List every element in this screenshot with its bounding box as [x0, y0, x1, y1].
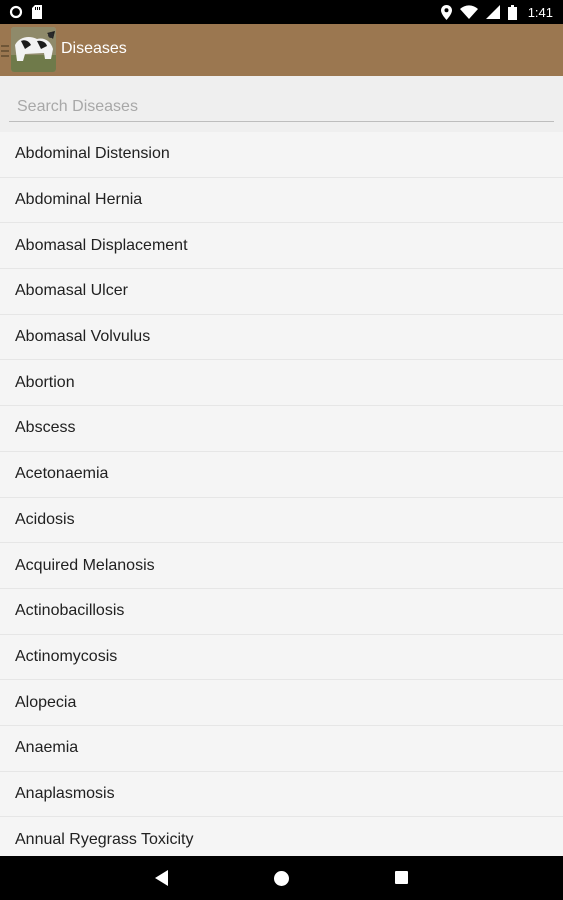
status-time: 1:41 — [527, 4, 553, 20]
list-item[interactable]: Abomasal Ulcer — [0, 269, 563, 315]
list-item[interactable]: Acidosis — [0, 497, 563, 544]
list-item[interactable]: Anaemia — [0, 725, 563, 772]
status-right: 1:41 — [440, 4, 553, 20]
list-item[interactable]: Anaplasmosis — [0, 771, 563, 818]
disease-list: Abdominal Distension Abdominal Hernia Ab… — [0, 132, 563, 856]
recent-apps-icon[interactable] — [395, 871, 408, 884]
back-icon[interactable] — [155, 870, 169, 886]
status-bar: 1:41 — [0, 0, 563, 24]
list-item[interactable]: Actinobacillosis — [0, 588, 563, 635]
list-item[interactable]: Annual Ryegrass Toxicity — [0, 817, 563, 856]
status-left — [9, 5, 43, 19]
list-item[interactable]: Acquired Melanosis — [0, 543, 563, 589]
wifi-icon — [459, 5, 478, 19]
list-item[interactable]: Actinomycosis — [0, 634, 563, 681]
list-item[interactable]: Abdominal Distension — [0, 132, 563, 178]
list-item[interactable]: Abomasal Displacement — [0, 223, 563, 270]
signal-icon — [485, 5, 500, 19]
app-logo-icon[interactable] — [11, 27, 56, 72]
list-item[interactable]: Abscess — [0, 406, 563, 452]
app-bar: Diseases — [0, 24, 563, 76]
search-bar — [0, 76, 563, 132]
home-icon[interactable] — [274, 871, 289, 886]
list-item[interactable]: Acetonaemia — [0, 451, 563, 498]
sd-card-icon — [32, 5, 42, 19]
app-title: Diseases — [61, 40, 127, 57]
search-input[interactable] — [9, 92, 554, 122]
navigation-bar — [0, 856, 563, 900]
battery-icon — [507, 4, 517, 20]
list-item[interactable]: Alopecia — [0, 680, 563, 726]
list-item[interactable]: Abomasal Volvulus — [0, 314, 563, 361]
list-item[interactable]: Abortion — [0, 360, 563, 407]
sync-icon — [9, 5, 23, 19]
location-icon — [440, 4, 452, 20]
list-item[interactable]: Abdominal Hernia — [0, 177, 563, 224]
menu-icon[interactable] — [1, 45, 9, 57]
